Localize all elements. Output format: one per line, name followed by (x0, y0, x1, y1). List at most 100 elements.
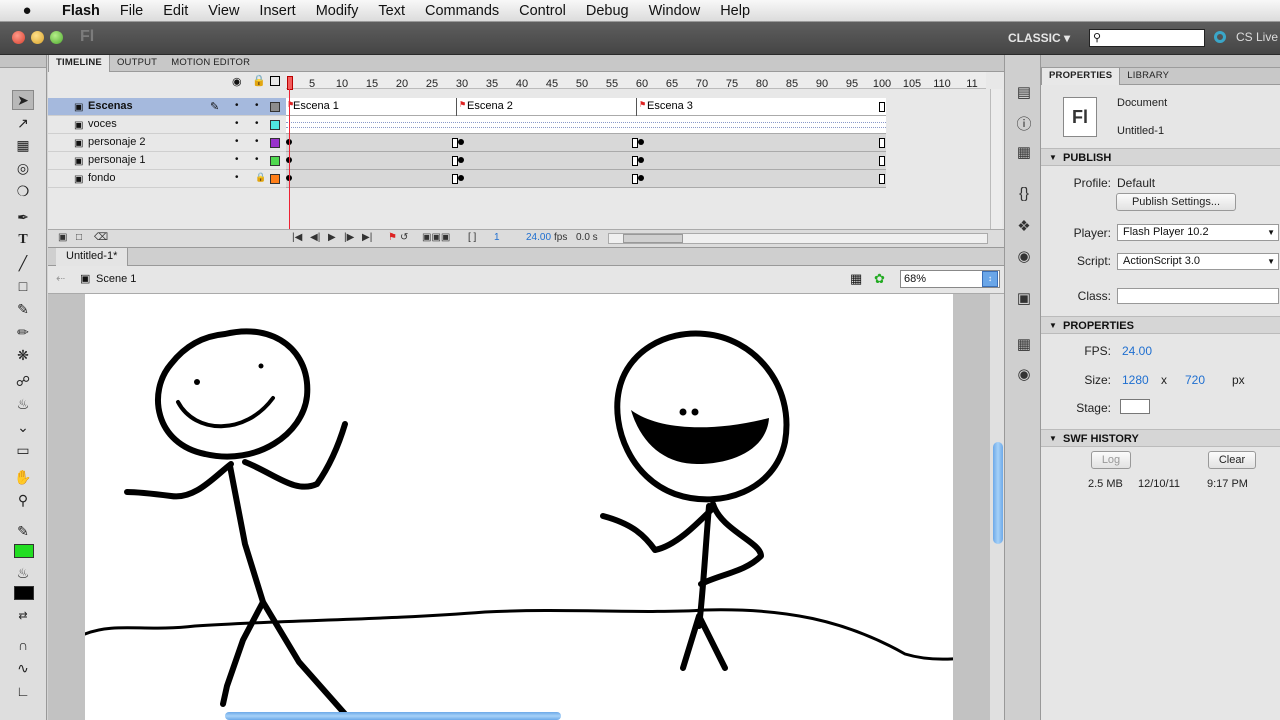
lock-dot[interactable]: • (255, 136, 259, 147)
menu-view[interactable]: View (198, 3, 249, 19)
layer-row-personaje-1[interactable]: ▣ personaje 1 • • (48, 152, 286, 170)
menu-modify[interactable]: Modify (306, 3, 369, 19)
menu-app[interactable]: Flash (52, 3, 110, 19)
layer-color-swatch[interactable] (270, 138, 280, 148)
snap-to-objects-icon[interactable]: ∩ (12, 635, 34, 655)
code-snippets-icon[interactable]: {} (1014, 185, 1034, 205)
frames-escenas[interactable]: ⚑ Escena 1 ⚑ Escena 2 ⚑ Escena 3 (286, 98, 886, 116)
width-value[interactable]: 1280 (1122, 373, 1149, 387)
motion-presets-icon[interactable]: ◉ (1014, 247, 1034, 267)
cs-live-button[interactable]: CS Live (1214, 30, 1278, 44)
center-frame-icon[interactable]: ⚑ (388, 232, 397, 243)
lock-icon[interactable]: 🔒 (255, 172, 266, 183)
end-frame[interactable] (879, 156, 885, 166)
frame-rate[interactable]: 24.00 (526, 232, 551, 243)
fill-color-icon[interactable]: ♨ (12, 563, 34, 583)
smooth-icon[interactable]: ∿ (12, 658, 34, 678)
zoom-window-button[interactable] (50, 31, 63, 44)
frames-personaje-1[interactable] (286, 152, 886, 170)
eyedropper-tool-icon[interactable]: ⌄ (12, 417, 34, 437)
stage-vertical-scrollbar[interactable] (990, 294, 1004, 720)
menu-help[interactable]: Help (710, 3, 760, 19)
lock-dot[interactable]: • (255, 118, 259, 129)
keyframe[interactable] (458, 175, 464, 181)
bone-tool-icon[interactable]: ☍ (12, 371, 34, 391)
playhead[interactable] (287, 76, 293, 90)
align-panel-icon[interactable]: ▤ (1014, 83, 1034, 103)
timeline-horizontal-scrollbar[interactable] (608, 233, 988, 244)
stage-color-swatch[interactable] (1120, 399, 1150, 414)
class-input[interactable] (1117, 288, 1279, 304)
straighten-icon[interactable]: ∟ (12, 681, 34, 701)
3d-rotation-tool-icon[interactable]: ◎ (12, 158, 34, 178)
visibility-dot[interactable]: • (235, 172, 239, 183)
visibility-dot[interactable]: • (235, 118, 239, 129)
keyframe[interactable] (458, 157, 464, 163)
free-transform-tool-icon[interactable]: ▦ (12, 135, 34, 155)
eraser-tool-icon[interactable]: ▭ (12, 440, 34, 460)
end-frame[interactable] (632, 174, 638, 184)
end-frame[interactable] (632, 138, 638, 148)
layer-color-swatch[interactable] (270, 174, 280, 184)
deco-tool-icon[interactable]: ❋ (12, 345, 34, 365)
stage-horizontal-scroll-thumb[interactable] (225, 712, 561, 720)
tab-properties[interactable]: PROPERTIES (1041, 68, 1121, 85)
frame-ruler[interactable]: 5 10 15 20 25 30 35 40 45 50 55 60 65 70 75 80 85 90 95 100… (286, 72, 986, 89)
keyframe[interactable] (638, 139, 644, 145)
current-frame[interactable]: 1 (494, 232, 500, 243)
frames-fondo[interactable] (286, 170, 886, 188)
show-hide-all-icon[interactable]: ◉ (232, 75, 242, 88)
end-frame[interactable] (452, 174, 458, 184)
timeline-vertical-scrollbar[interactable] (990, 89, 1002, 229)
keyframe[interactable] (638, 157, 644, 163)
step-forward-icon[interactable]: |▶ (344, 232, 354, 243)
modify-markers-icon[interactable]: [ ] (468, 232, 476, 243)
swatches-panel-icon[interactable]: ▦ (1014, 335, 1034, 355)
clear-button[interactable]: Clear (1208, 451, 1256, 469)
menu-debug[interactable]: Debug (576, 3, 639, 19)
swap-colors-icon[interactable]: ⇄ (12, 605, 34, 625)
stroke-color-icon[interactable]: ✎ (12, 521, 34, 541)
layer-row-voces[interactable]: ▣ voces • • (48, 116, 286, 134)
selection-tool-icon[interactable]: ➤ (12, 90, 34, 110)
menu-insert[interactable]: Insert (249, 3, 305, 19)
zoom-tool-icon[interactable]: ⚲ (12, 490, 34, 510)
player-dropdown[interactable]: Flash Player 10.2 (1117, 224, 1279, 241)
tab-motion-editor[interactable]: MOTION EDITOR (164, 55, 257, 72)
stroke-color-swatch[interactable] (14, 544, 34, 558)
properties-panel-header[interactable] (1041, 55, 1280, 68)
line-tool-icon[interactable]: ╱ (12, 253, 34, 273)
workspace-switcher[interactable]: CLASSIC ▾ (1008, 31, 1070, 45)
pencil-tool-icon[interactable]: ✎ (12, 299, 34, 319)
script-dropdown[interactable]: ActionScript 3.0 (1117, 253, 1279, 270)
menu-text[interactable]: Text (368, 3, 415, 19)
color-panel-icon[interactable]: ◉ (1014, 365, 1034, 385)
subselection-tool-icon[interactable]: ↗ (12, 113, 34, 133)
rectangle-tool-icon[interactable]: □ (12, 276, 34, 296)
end-frame[interactable] (879, 174, 885, 184)
edit-symbols-icon[interactable]: ✿ (874, 271, 885, 287)
fill-color-swatch[interactable] (14, 586, 34, 600)
outline-all-icon[interactable] (270, 76, 280, 86)
keyframe[interactable] (458, 139, 464, 145)
menu-edit[interactable]: Edit (153, 3, 198, 19)
frames-voces[interactable] (286, 116, 886, 134)
zoom-dropdown-icon[interactable]: ↕ (982, 271, 998, 287)
end-frame[interactable] (879, 138, 885, 148)
new-folder-icon[interactable]: □ (76, 232, 82, 243)
play-icon[interactable]: ▶ (328, 232, 336, 243)
publish-settings-button[interactable]: Publish Settings... (1116, 193, 1236, 211)
end-frame[interactable] (452, 138, 458, 148)
go-to-last-frame-icon[interactable]: ▶| (362, 232, 372, 243)
lock-all-icon[interactable]: 🔒 (252, 74, 266, 87)
brush-tool-icon[interactable]: ✏ (12, 322, 34, 342)
frames-personaje-2[interactable] (286, 134, 886, 152)
height-value[interactable]: 720 (1185, 373, 1205, 387)
layer-row-escenas[interactable]: ▣ Escenas ✎ • • (48, 98, 286, 116)
info-panel-icon[interactable]: ⓘ (1014, 113, 1034, 133)
visibility-dot[interactable]: • (235, 136, 239, 147)
timeline-scroll-thumb[interactable] (623, 234, 683, 243)
layer-color-swatch[interactable] (270, 156, 280, 166)
lock-dot[interactable]: • (255, 100, 259, 111)
paint-bucket-tool-icon[interactable]: ♨ (12, 394, 34, 414)
